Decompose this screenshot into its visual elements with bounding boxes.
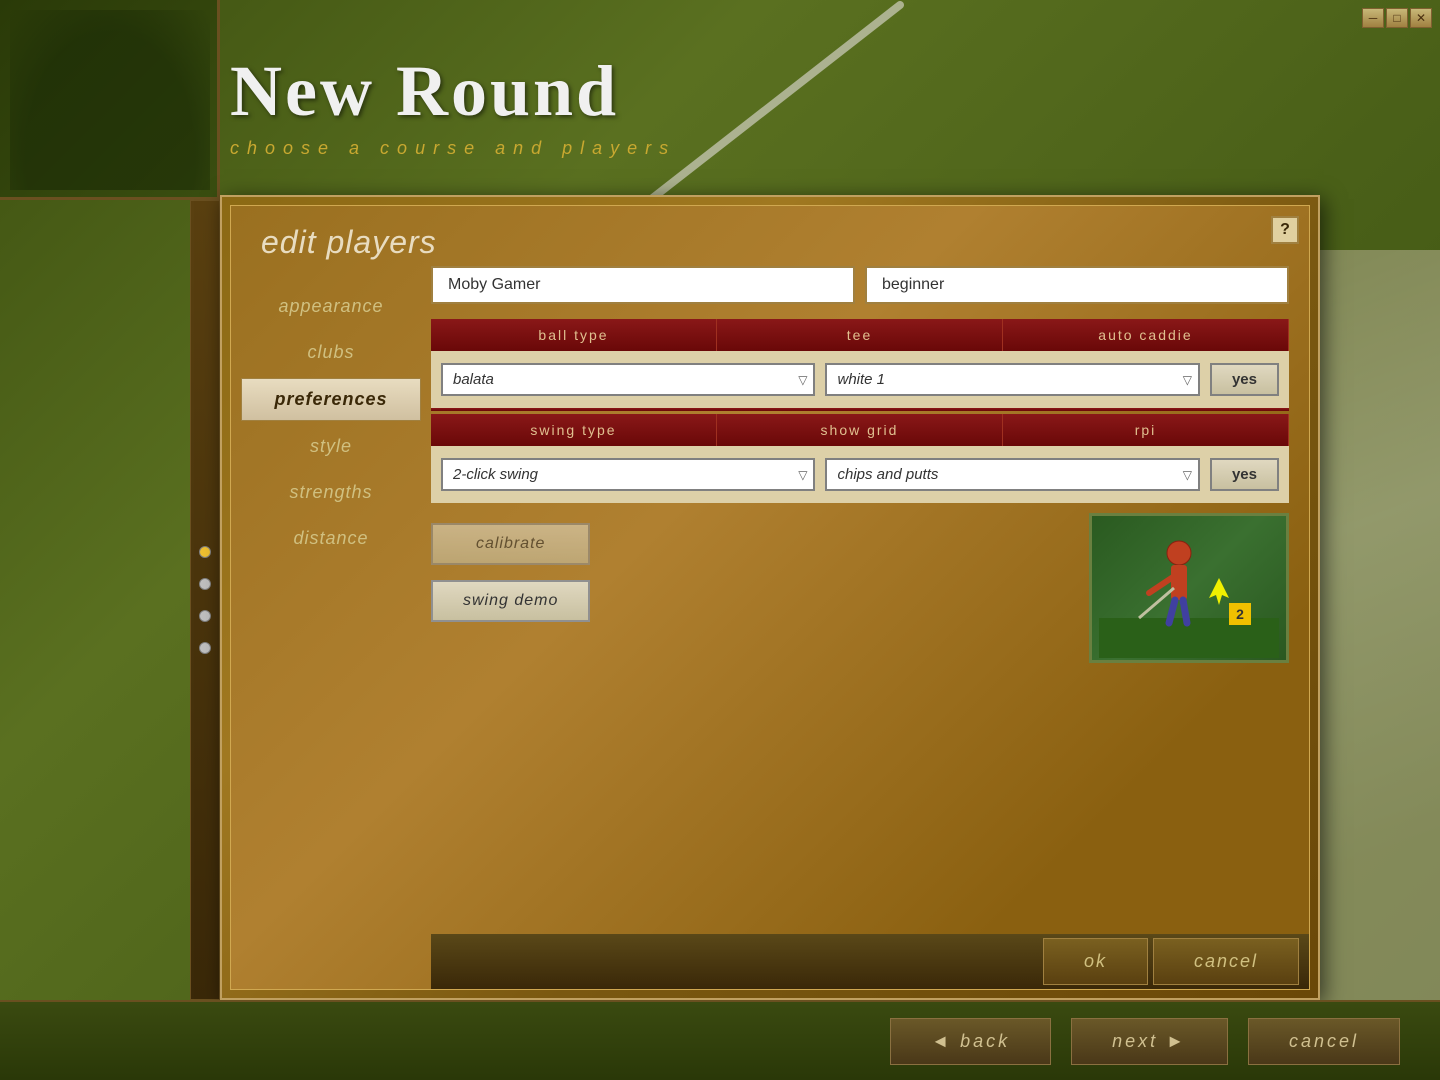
tee-dropdown-arrow: white 1 [825,363,1199,396]
header-auto-caddie: auto caddie [1003,319,1289,351]
back-button[interactable]: ◄ back [890,1018,1051,1065]
ball-type-dropdown-arrow: balata [441,363,815,396]
show-grid-wrapper: chips and putts [825,458,1199,491]
svg-text:2: 2 [1236,606,1244,622]
player-inputs [431,266,1289,304]
dialog-cancel-button[interactable]: cancel [1153,938,1299,985]
lower-controls: calibrate swing demo [431,513,1289,663]
header-ball-type: ball type [431,319,717,351]
cancel-button[interactable]: cancel [1248,1018,1400,1065]
auto-caddie-button[interactable]: yes [1210,363,1279,396]
nav-item-style[interactable]: style [241,426,421,467]
player-skill-input[interactable] [865,266,1289,304]
swing-type-wrapper: 2-click swing [441,458,815,491]
nav-dot-4 [199,642,211,654]
nav-item-distance[interactable]: distance [241,518,421,559]
tee-wrapper: white 1 [825,363,1199,396]
header-swing-type: swing type [431,414,717,446]
ok-button[interactable]: ok [1043,938,1148,985]
nav-item-appearance[interactable]: appearance [241,286,421,327]
nav-item-clubs[interactable]: clubs [241,332,421,373]
player-name-input[interactable] [431,266,855,304]
settings-separator [431,408,1289,411]
header-show-grid: show grid [717,414,1003,446]
page-subtitle: choose a course and players [230,138,1440,159]
swing-demo-button[interactable]: swing demo [431,580,590,622]
bottom-nav-bar: ◄ back next ► cancel [0,1000,1440,1080]
edit-players-dialog: ? edit players appearance clubs preferen… [220,195,1320,1000]
nav-dot-1 [199,546,211,558]
golf-figure-svg: 2 [1099,518,1279,658]
settings-data-row2: 2-click swing chips and putts yes [431,446,1289,503]
tree-silhouette [10,10,210,190]
dialog-content: ball type tee auto caddie balata [431,266,1289,929]
title-area: New Round choose a course and players [230,50,1440,159]
side-nav [190,200,220,1000]
window-controls: ─ □ ✕ [1362,8,1432,28]
dialog-nav: appearance clubs preferences style stren… [241,286,421,559]
show-grid-dropdown-arrow: chips and putts [825,458,1199,491]
settings-block-row2: swing type show grid rpi 2-click swing [431,414,1289,503]
auto-caddie-cell: yes [1210,363,1279,396]
dialog-inner: ? edit players appearance clubs preferen… [230,205,1310,990]
settings-data-row1: balata white 1 yes [431,351,1289,408]
swing-type-select[interactable]: 2-click swing [441,458,815,491]
maximize-button[interactable]: □ [1386,8,1408,28]
settings-header-row1: ball type tee auto caddie [431,319,1289,351]
ball-type-wrapper: balata [441,363,815,396]
minimize-button[interactable]: ─ [1362,8,1384,28]
show-grid-select[interactable]: chips and putts [825,458,1199,491]
dialog-title: edit players [261,224,437,261]
page-title: New Round [230,50,1440,133]
swing-video-preview: 2 [1089,513,1289,663]
calibrate-button[interactable]: calibrate [431,523,590,565]
video-preview-inner: 2 [1092,516,1286,660]
tee-select[interactable]: white 1 [825,363,1199,396]
nav-dot-3 [199,610,211,622]
swing-type-dropdown-arrow: 2-click swing [441,458,815,491]
rpi-cell: yes [1210,458,1279,491]
nav-item-preferences[interactable]: preferences [241,378,421,421]
settings-block-row1: ball type tee auto caddie balata [431,319,1289,411]
next-button[interactable]: next ► [1071,1018,1228,1065]
dialog-bottom-bar: ok cancel [431,934,1309,989]
rpi-button[interactable]: yes [1210,458,1279,491]
header-rpi: rpi [1003,414,1289,446]
close-button[interactable]: ✕ [1410,8,1432,28]
settings-header-row2: swing type show grid rpi [431,414,1289,446]
nav-item-strengths[interactable]: strengths [241,472,421,513]
top-left-panel [0,0,220,200]
left-action-buttons: calibrate swing demo [431,513,590,663]
header-tee: tee [717,319,1003,351]
ball-type-select[interactable]: balata [441,363,815,396]
help-button[interactable]: ? [1271,216,1299,244]
nav-dot-2 [199,578,211,590]
